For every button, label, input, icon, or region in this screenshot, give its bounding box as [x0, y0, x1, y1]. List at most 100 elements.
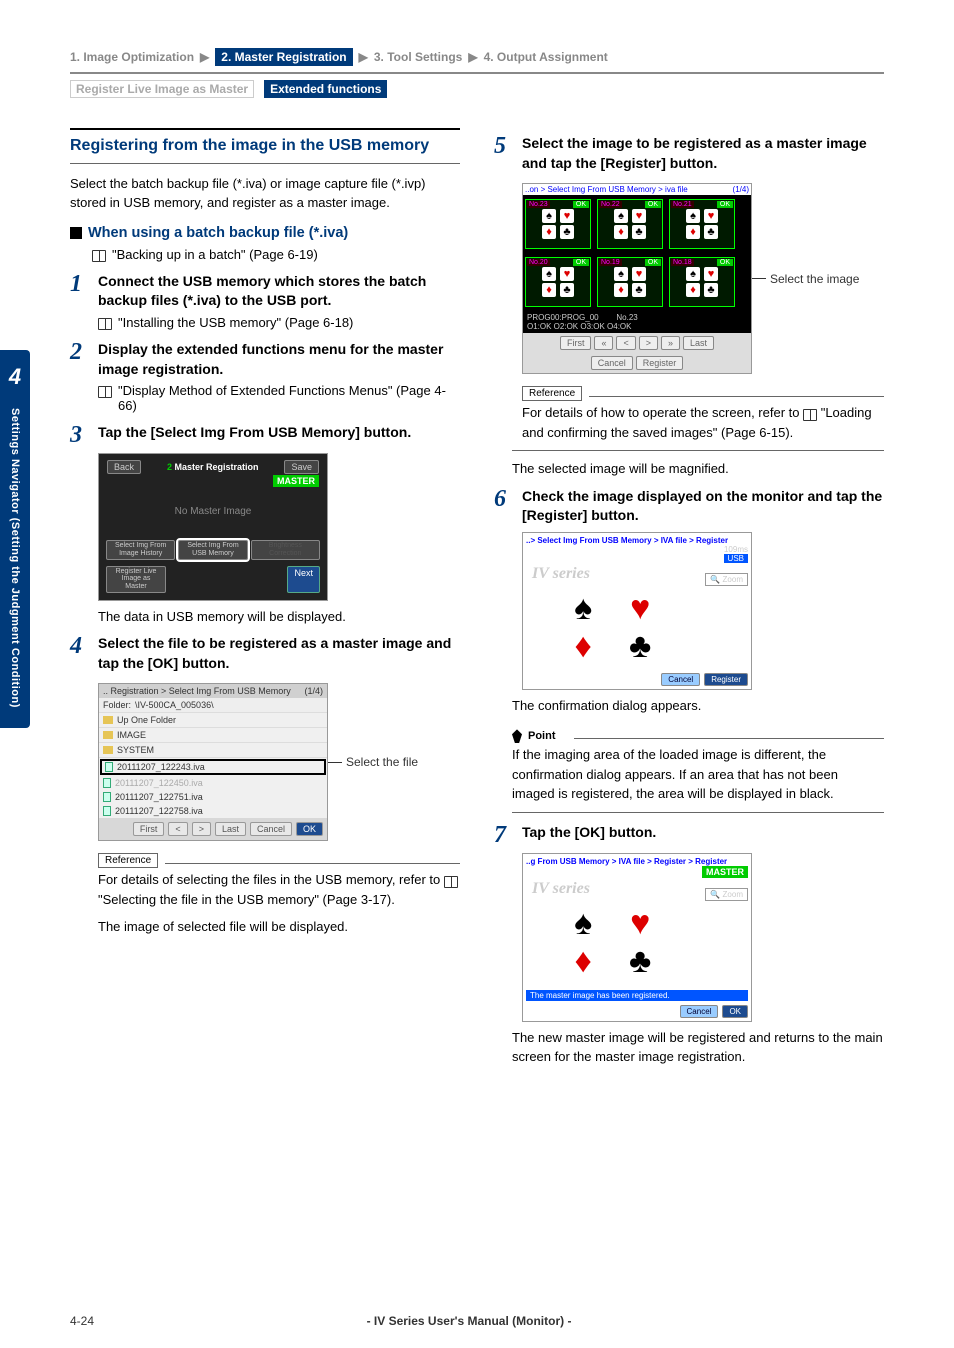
folder-path: \IV-500CA_005036\ — [135, 700, 214, 710]
folder-label: Folder: — [103, 700, 131, 710]
divider — [70, 163, 460, 164]
step-6: 6 Check the image displayed on the monit… — [494, 487, 884, 526]
thumbnail[interactable]: No.20OK ♠♥ ♦♣ — [525, 257, 591, 307]
zoom-button[interactable]: 🔍 Zoom — [705, 888, 748, 901]
file-icon — [103, 806, 111, 816]
reference-link: "Installing the USB memory" (Page 6-18) — [98, 315, 460, 330]
step-5: 5 Select the image to be registered as a… — [494, 134, 884, 173]
callout-label: Select the file — [346, 755, 418, 769]
reference-body: For details of selecting the files in th… — [98, 870, 460, 909]
thumbnail[interactable]: No.22OK ♠♥ ♦♣ — [597, 199, 663, 249]
thumbnail[interactable]: No.21OK ♠♥ ♦♣ — [669, 199, 735, 249]
up-one-folder-row[interactable]: Up One Folder — [99, 713, 327, 728]
breadcrumb-step-2: 2. Master Registration — [215, 48, 352, 66]
step-7: 7 Tap the [OK] button. — [494, 823, 884, 847]
divider — [574, 738, 884, 739]
last-button[interactable]: Last — [215, 822, 246, 836]
subcrumb-extended-functions: Extended functions — [264, 80, 387, 98]
iv-series-logo: IV series — [526, 878, 697, 906]
step-1: 1 Connect the USB memory which stores th… — [70, 272, 460, 311]
next-button[interactable]: > — [639, 336, 658, 350]
file-browser-path: .. Registration > Select Img From USB Me… — [103, 686, 291, 696]
grid-hdr-left: ..on > Select Img From USB Memory > iva … — [525, 185, 688, 194]
file-row[interactable]: 20111207_122450.iva — [99, 776, 327, 790]
register-button[interactable]: Register — [704, 673, 748, 686]
cancel-button[interactable]: Cancel — [661, 673, 700, 686]
back-button[interactable]: Back — [107, 460, 141, 474]
callout-line — [328, 762, 342, 763]
book-icon — [98, 318, 112, 330]
cancel-button[interactable]: Cancel — [591, 356, 633, 370]
left-column: Registering from the image in the USB me… — [70, 128, 460, 1302]
step-result: The selected image will be magnified. — [512, 459, 884, 479]
breadcrumb-step-3: 3. Tool Settings — [374, 50, 462, 64]
file-row[interactable]: 20111207_122758.iva — [99, 804, 327, 818]
file-row[interactable]: 20111207_122751.iva — [99, 790, 327, 804]
thumbnail[interactable]: No.18OK ♠♥ ♦♣ — [669, 257, 735, 307]
step-number: 5 — [494, 134, 512, 173]
step-number: 4 — [70, 634, 88, 673]
time-label: 109ms — [724, 545, 748, 554]
book-icon — [98, 386, 112, 398]
file-row-selected[interactable]: 20111207_122243.iva — [101, 760, 325, 774]
prog-label: PROG00:PROG_00 — [527, 313, 599, 322]
callout-label: Select the image — [770, 272, 859, 286]
register-live-button[interactable]: Register Live Image as Master — [106, 566, 166, 593]
prev-button[interactable]: < — [616, 336, 635, 350]
thumbnail[interactable]: No.19OK ♠♥ ♦♣ — [597, 257, 663, 307]
last-button[interactable]: Last — [683, 336, 714, 350]
thumbnail[interactable]: No.23OK ♠♥ ♦♣ — [525, 199, 591, 249]
suit-preview: ♠♥ ♦♣ — [557, 591, 667, 663]
ok-button[interactable]: OK — [296, 822, 323, 836]
page-number: 4-24 — [70, 1314, 94, 1328]
step-number: 1 — [70, 272, 88, 311]
prev-button[interactable]: < — [168, 822, 187, 836]
cancel-button[interactable]: Cancel — [250, 822, 292, 836]
step-title: Display the extended functions menu for … — [98, 340, 460, 379]
select-from-history-button[interactable]: Select Img From Image History — [106, 540, 175, 559]
footer-title: - IV Series User's Manual (Monitor) - — [367, 1314, 572, 1328]
folder-up-icon — [103, 716, 113, 724]
step-title: Tap the [Select Img From USB Memory] but… — [98, 423, 411, 447]
next-fast-button[interactable]: » — [661, 336, 680, 350]
step-number: 6 — [494, 487, 512, 526]
suit-preview: ♠♥ ♦♣ — [557, 906, 667, 978]
step-result: The image of selected file will be displ… — [98, 917, 460, 937]
folder-icon — [103, 731, 113, 739]
next-button[interactable]: > — [192, 822, 211, 836]
step-number: 7 — [494, 823, 512, 847]
divider — [512, 812, 884, 813]
step-title: Tap the [OK] button. — [522, 823, 656, 847]
register-button[interactable]: Register — [636, 356, 684, 370]
step-3: 3 Tap the [Select Img From USB Memory] b… — [70, 423, 460, 447]
master-badge: MASTER — [702, 866, 748, 878]
ok-button[interactable]: OK — [722, 1005, 748, 1018]
select-from-usb-button[interactable]: Select Img From USB Memory — [178, 540, 247, 559]
folder-row[interactable]: SYSTEM — [99, 743, 327, 758]
right-column: 5 Select the image to be registered as a… — [494, 128, 884, 1302]
stats-label: O1:OK O2:OK O3:OK O4:OK — [527, 322, 631, 331]
first-button[interactable]: First — [560, 336, 592, 350]
point-label: Point — [512, 729, 556, 743]
cancel-button[interactable]: Cancel — [680, 1005, 719, 1018]
selected-num: No.23 — [616, 313, 637, 322]
zoom-button[interactable]: 🔍 Zoom — [705, 573, 748, 586]
pin-icon — [512, 729, 522, 743]
grid-hdr-right: (1/4) — [733, 185, 749, 194]
next-button[interactable]: Next — [287, 566, 320, 593]
save-button[interactable]: Save — [284, 460, 319, 474]
preview-hdr: ..g From USB Memory > IVA file > Registe… — [526, 857, 748, 866]
folder-row[interactable]: IMAGE — [99, 728, 327, 743]
file-icon — [103, 778, 111, 788]
screenshot-master-registration: Back 2 Master Registration Save MASTER N… — [98, 453, 328, 600]
section-title: Registering from the image in the USB me… — [70, 136, 460, 157]
first-button[interactable]: First — [133, 822, 165, 836]
preview-hdr: ..> Select Img From USB Memory > IVA fil… — [526, 536, 748, 545]
divider — [512, 450, 884, 451]
prev-fast-button[interactable]: « — [594, 336, 613, 350]
page-footer: 4-24 - IV Series User's Manual (Monitor)… — [70, 1302, 884, 1328]
reference-text: "Backing up in a batch" (Page 6-19) — [112, 247, 318, 262]
screenshot-preview-register: ..> Select Img From USB Memory > IVA fil… — [522, 532, 752, 690]
brightness-button[interactable]: Brightness Correction — [251, 540, 320, 559]
file-browser-page: (1/4) — [304, 686, 323, 696]
